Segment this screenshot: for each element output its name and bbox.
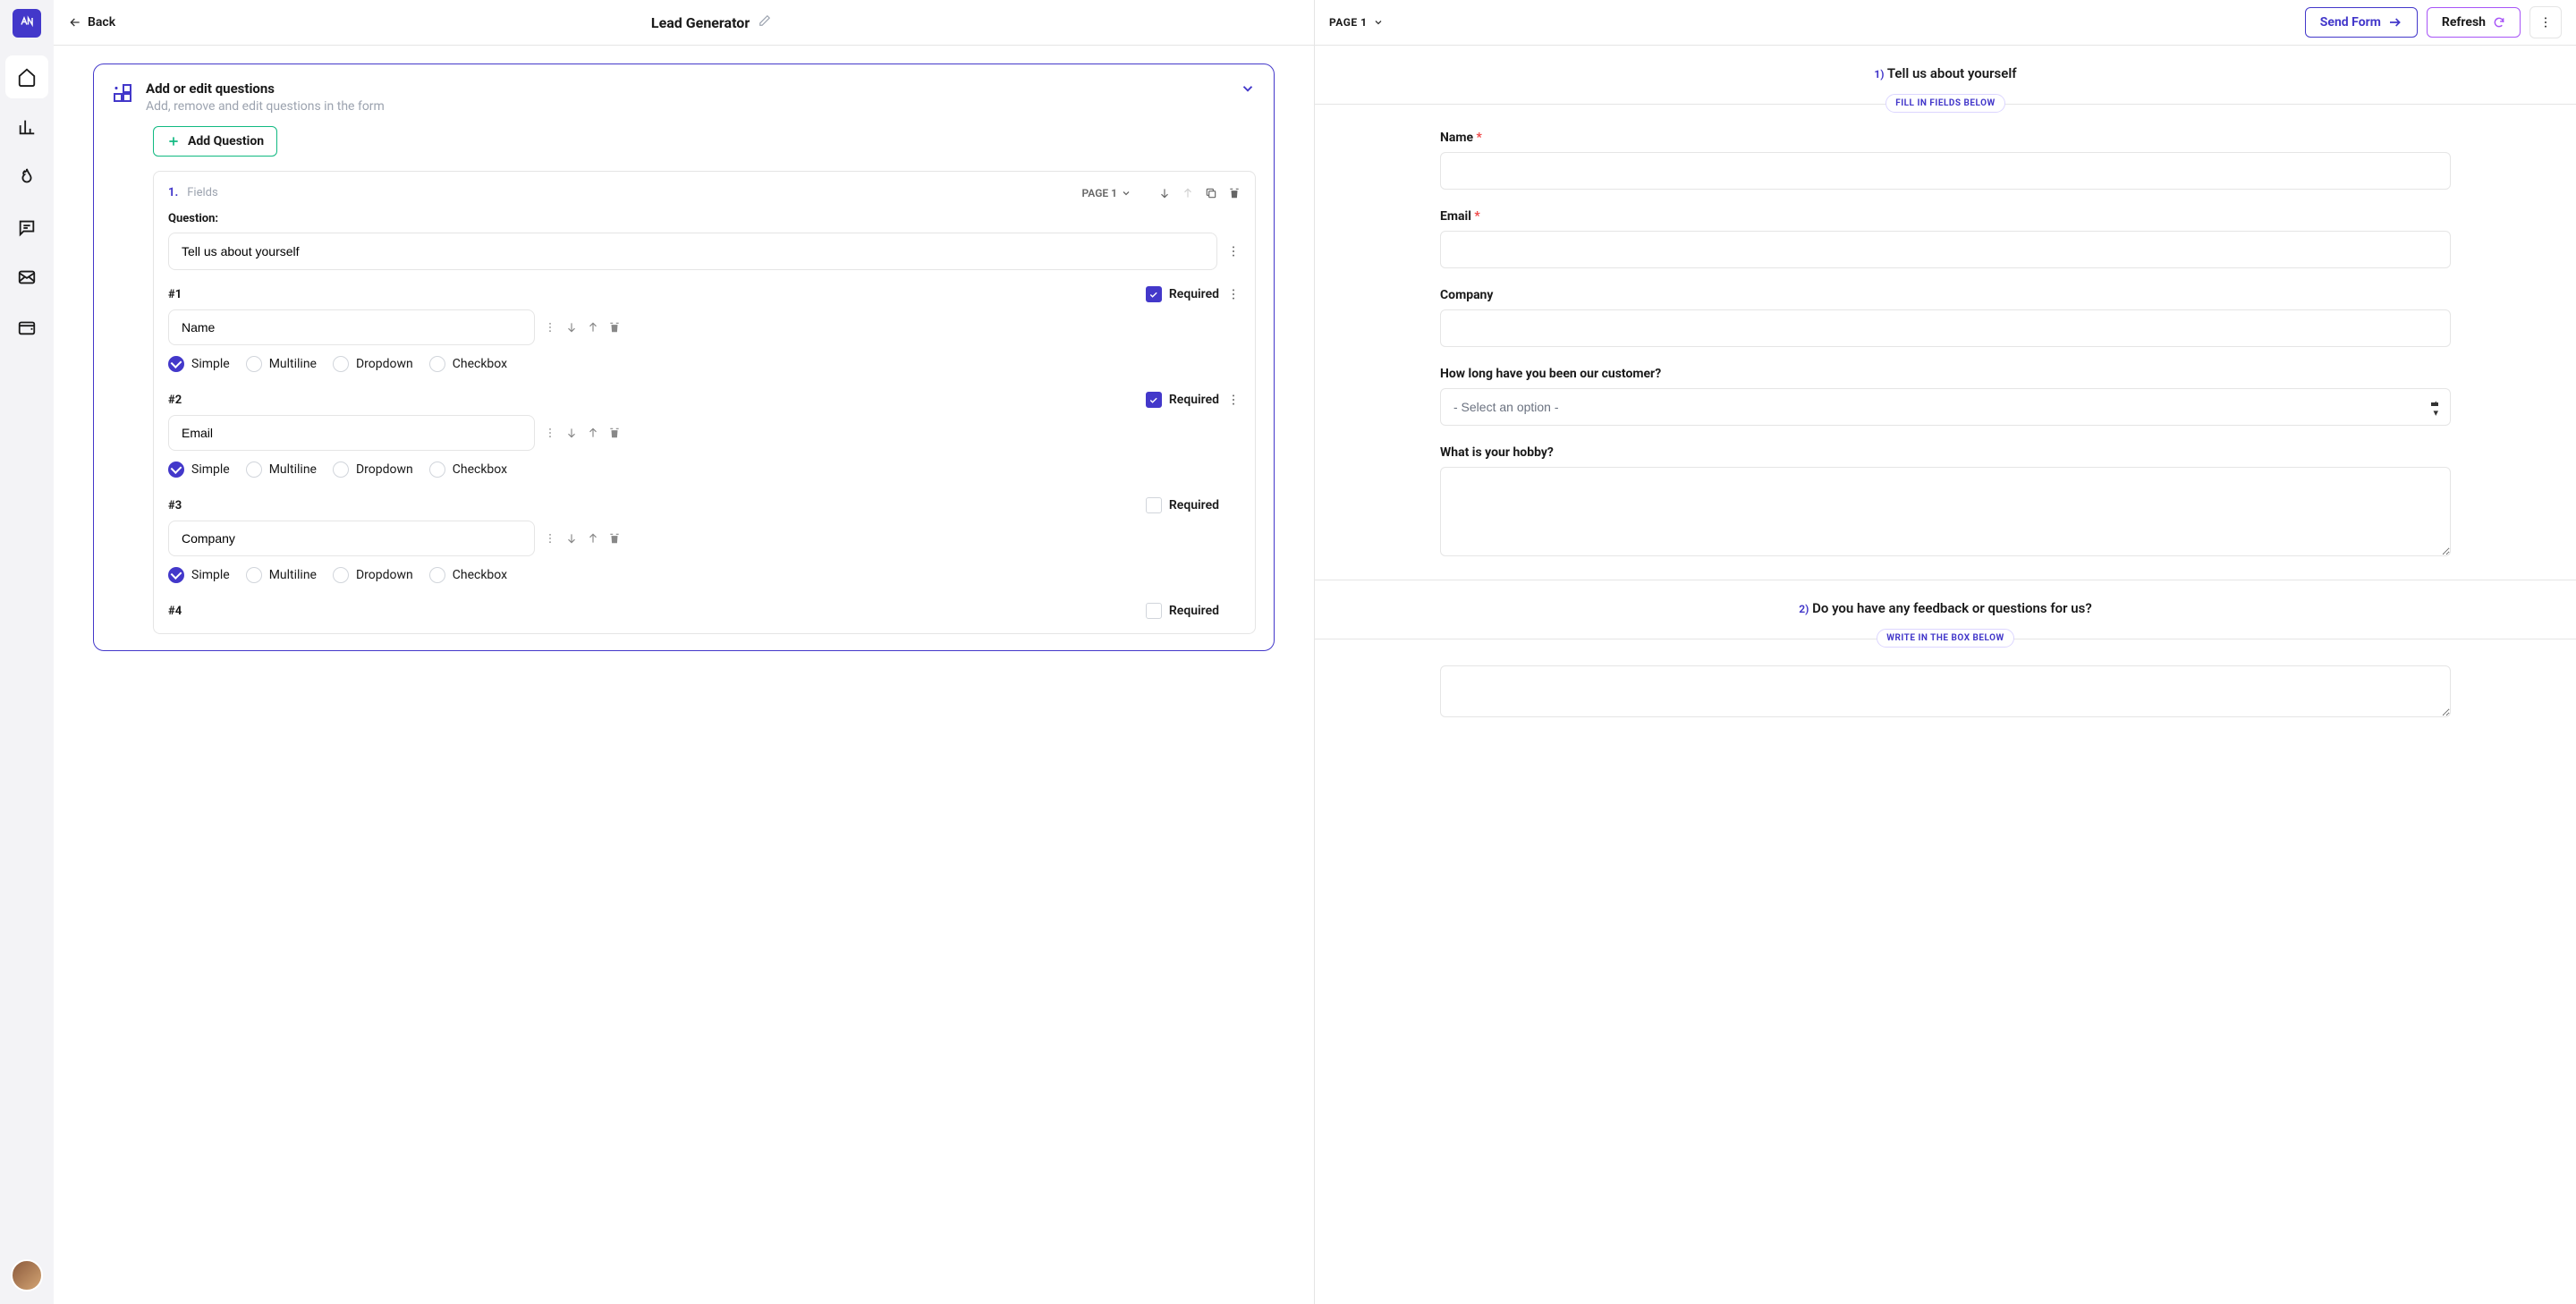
edit-title-icon[interactable] — [758, 14, 771, 30]
questions-panel: Add or edit questions Add, remove and ed… — [93, 64, 1275, 651]
field-menu-icon[interactable] — [1226, 393, 1241, 407]
field-name-input[interactable] — [168, 521, 535, 556]
editor-toolbar: Back Lead Generator — [54, 0, 1314, 46]
textarea-hobby[interactable] — [1440, 467, 2451, 556]
section-badge: FILL IN FIELDS BELOW — [1885, 94, 2005, 113]
duplicate-icon[interactable] — [1205, 187, 1217, 199]
label-email: Email * — [1440, 209, 2451, 224]
field-number: #1 — [168, 288, 182, 301]
user-avatar[interactable] — [11, 1259, 43, 1291]
input-email[interactable] — [1440, 231, 2451, 268]
type-multiline[interactable]: Multiline — [246, 461, 317, 478]
field-options-icon[interactable] — [544, 321, 556, 334]
back-label: Back — [88, 15, 115, 30]
field-move-up-icon[interactable] — [587, 427, 599, 439]
question-block: 1. Fields PAGE 1 — [153, 171, 1256, 634]
type-simple[interactable]: Simple — [168, 567, 230, 583]
select-customer[interactable]: - Select an option - — [1440, 388, 2451, 426]
field-name-input[interactable] — [168, 309, 535, 345]
field-delete-icon[interactable] — [608, 532, 621, 545]
field-move-down-icon[interactable] — [565, 427, 578, 439]
field-move-up-icon[interactable] — [587, 532, 599, 545]
field-number: #4 — [168, 605, 182, 618]
send-form-button[interactable]: Send Form — [2305, 7, 2418, 38]
block-page-selector[interactable]: PAGE 1 — [1082, 187, 1131, 199]
field-number: #3 — [168, 499, 182, 512]
required-checkbox[interactable] — [1146, 286, 1162, 302]
nav-activity[interactable] — [5, 156, 48, 199]
type-checkbox[interactable]: Checkbox — [429, 461, 507, 478]
label-customer: How long have you been our customer? — [1440, 367, 2451, 381]
move-up-icon — [1182, 187, 1194, 199]
label-company: Company — [1440, 288, 2451, 302]
input-name[interactable] — [1440, 152, 2451, 190]
required-checkbox[interactable] — [1146, 497, 1162, 513]
preview-section-title-2: 2) Do you have any feedback or questions… — [1315, 580, 2576, 629]
type-multiline[interactable]: Multiline — [246, 356, 317, 372]
nav-analytics[interactable] — [5, 106, 48, 148]
panel-title: Add or edit questions — [146, 80, 385, 97]
type-simple[interactable]: Simple — [168, 356, 230, 372]
back-button[interactable]: Back — [68, 15, 115, 30]
required-checkbox[interactable] — [1146, 392, 1162, 408]
type-checkbox[interactable]: Checkbox — [429, 356, 507, 372]
required-label: Required — [1169, 498, 1219, 512]
collapse-icon[interactable] — [1240, 80, 1256, 100]
field-move-down-icon[interactable] — [565, 532, 578, 545]
field-options-icon[interactable] — [544, 532, 556, 545]
field-name-input[interactable] — [168, 415, 535, 451]
type-dropdown[interactable]: Dropdown — [333, 567, 413, 583]
field-delete-icon[interactable] — [608, 427, 621, 439]
textarea-feedback[interactable] — [1440, 665, 2451, 717]
nav-mail[interactable] — [5, 256, 48, 299]
type-dropdown[interactable]: Dropdown — [333, 356, 413, 372]
block-number: 1. — [168, 186, 178, 199]
nav-wallet[interactable] — [5, 306, 48, 349]
nav-messages[interactable] — [5, 206, 48, 249]
app-logo[interactable] — [13, 9, 41, 38]
page-selector[interactable]: PAGE 1 — [1329, 16, 1384, 29]
question-label: Question: — [168, 212, 1241, 225]
field-menu-icon[interactable] — [1226, 287, 1241, 301]
editor-pane: Back Lead Generator Add or — [54, 0, 1315, 1304]
preview-toolbar: PAGE 1 Send Form Refresh — [1315, 0, 2576, 46]
add-question-label: Add Question — [188, 134, 264, 148]
required-checkbox[interactable] — [1146, 603, 1162, 619]
form-title: Lead Generator — [651, 14, 750, 31]
block-type: Fields — [187, 186, 217, 199]
question-menu-icon[interactable] — [1226, 244, 1241, 258]
field-number: #2 — [168, 394, 182, 407]
add-question-button[interactable]: Add Question — [153, 126, 277, 157]
panel-subtitle: Add, remove and edit questions in the fo… — [146, 99, 385, 114]
refresh-button[interactable]: Refresh — [2427, 7, 2521, 38]
section-badge-2: WRITE IN THE BOX BELOW — [1877, 629, 2014, 648]
sidebar — [0, 0, 54, 1304]
move-down-icon[interactable] — [1158, 187, 1171, 199]
nav-home[interactable] — [5, 55, 48, 98]
label-name: Name * — [1440, 131, 2451, 145]
question-input[interactable] — [168, 233, 1217, 270]
type-simple[interactable]: Simple — [168, 461, 230, 478]
required-label: Required — [1169, 287, 1219, 301]
field-move-up-icon — [587, 321, 599, 334]
required-label: Required — [1169, 604, 1219, 618]
grid-icon — [112, 82, 133, 107]
more-menu-button[interactable] — [2529, 6, 2562, 38]
type-checkbox[interactable]: Checkbox — [429, 567, 507, 583]
preview-pane: PAGE 1 Send Form Refresh — [1315, 0, 2576, 1304]
field-move-down-icon[interactable] — [565, 321, 578, 334]
required-label: Required — [1169, 393, 1219, 407]
type-dropdown[interactable]: Dropdown — [333, 461, 413, 478]
delete-icon[interactable] — [1228, 187, 1241, 199]
field-delete-icon[interactable] — [608, 321, 621, 334]
label-hobby: What is your hobby? — [1440, 445, 2451, 460]
field-options-icon[interactable] — [544, 427, 556, 439]
preview-section-title: 1) Tell us about yourself — [1315, 46, 2576, 94]
type-multiline[interactable]: Multiline — [246, 567, 317, 583]
input-company[interactable] — [1440, 309, 2451, 347]
